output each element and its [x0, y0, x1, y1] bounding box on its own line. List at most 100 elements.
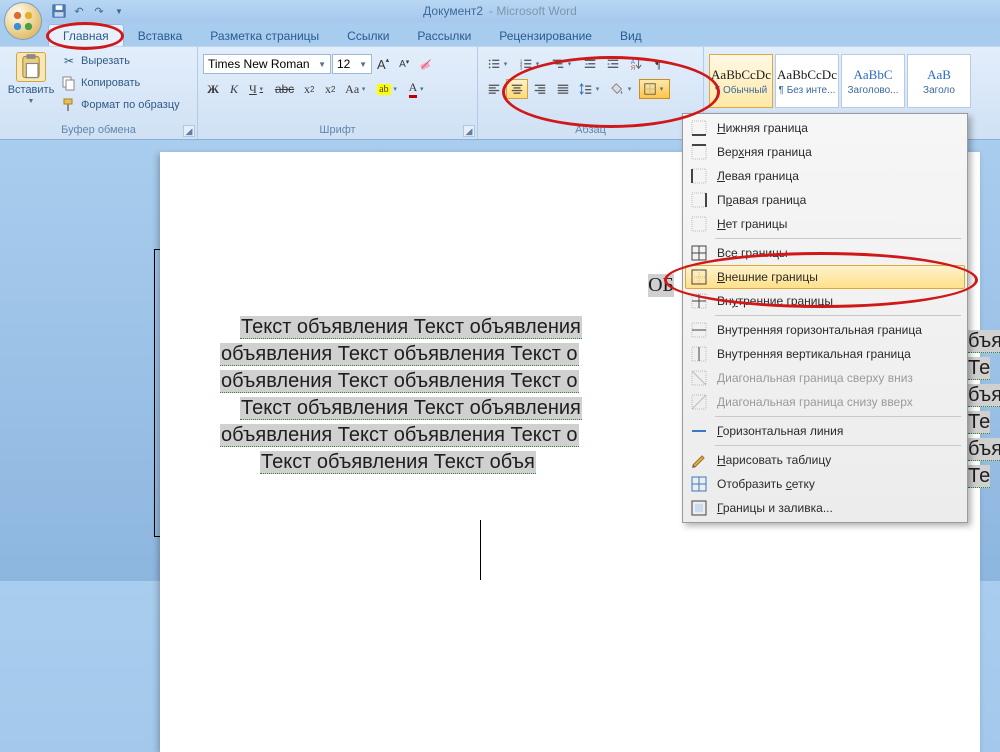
document-name: Документ2	[423, 4, 483, 18]
tab-5[interactable]: Рецензирование	[485, 25, 606, 46]
bullets-button[interactable]: ▾	[483, 54, 514, 74]
tab-3[interactable]: Ссылки	[333, 25, 403, 46]
ribbon-tab-strip: ГлавнаяВставкаРазметка страницыСсылкиРас…	[0, 22, 1000, 46]
office-button[interactable]	[4, 2, 42, 40]
border-menu-none[interactable]: Нет границы	[685, 212, 965, 236]
numbering-button[interactable]: 123▾	[515, 54, 546, 74]
borders-button[interactable]: ▾	[639, 79, 670, 99]
group-font: Times New Roman▼ 12▼ A▴ A▾ Ж К Ч▾ abc x2…	[198, 47, 478, 139]
border-menu-outer[interactable]: Внешние границы	[685, 265, 965, 289]
border-menu-right[interactable]: Правая граница	[685, 188, 965, 212]
copy-icon	[61, 75, 77, 91]
border-menu-dialog[interactable]: Границы и заливка...	[685, 496, 965, 520]
tab-6[interactable]: Вид	[606, 25, 656, 46]
align-right-button[interactable]	[529, 79, 551, 99]
justify-button[interactable]	[552, 79, 574, 99]
strikethrough-button[interactable]: abc	[271, 79, 298, 99]
border-menu-diag-up: Диагональная граница снизу вверх	[685, 390, 965, 414]
border-menu-left[interactable]: Левая граница	[685, 164, 965, 188]
styles-gallery[interactable]: AaBbCcDc¶ ОбычныйAaBbCcDc¶ Без инте...Aa…	[709, 54, 971, 108]
border-icon-outer	[689, 267, 709, 287]
cut-button[interactable]: ✂Вырезать	[57, 50, 184, 72]
border-icon-hline	[689, 421, 709, 441]
superscript-button[interactable]: x2	[320, 79, 340, 99]
highlight-color-button[interactable]: ab▾	[373, 79, 403, 99]
change-case-button[interactable]: Aa▾	[341, 79, 372, 99]
italic-button[interactable]: К	[224, 79, 244, 99]
border-menu-inner-h[interactable]: Внутренняя горизонтальная граница	[685, 318, 965, 342]
border-menu-diag-down: Диагональная граница сверху вниз	[685, 366, 965, 390]
format-painter-button[interactable]: Формат по образцу	[57, 94, 184, 116]
column-separator	[480, 520, 481, 580]
style-card-2[interactable]: AaBbCЗаголово...	[841, 54, 905, 108]
format-painter-icon	[61, 97, 77, 113]
border-icon-grid	[689, 474, 709, 494]
border-menu-draw[interactable]: Нарисовать таблицу	[685, 448, 965, 472]
border-icon-all	[689, 243, 709, 263]
style-card-1[interactable]: AaBbCcDc¶ Без инте...	[775, 54, 839, 108]
border-icon-diag-up	[689, 392, 709, 412]
qat-dropdown-icon[interactable]: ▼	[110, 2, 128, 20]
multilevel-list-button[interactable]: ▾	[547, 54, 578, 74]
cut-icon: ✂	[61, 53, 77, 69]
border-icon-none	[689, 214, 709, 234]
shrink-font-button[interactable]: A▾	[394, 54, 414, 74]
style-card-3[interactable]: AaBЗаголо	[907, 54, 971, 108]
grow-font-button[interactable]: A▴	[373, 54, 393, 74]
qat-undo-icon[interactable]: ↶	[70, 2, 88, 20]
border-menu-inner[interactable]: Внутренние границы	[685, 289, 965, 313]
decrease-indent-button[interactable]	[579, 54, 601, 74]
border-menu-grid[interactable]: Отобразить сетку	[685, 472, 965, 496]
show-hide-button[interactable]: ¶	[648, 54, 668, 74]
tab-2[interactable]: Разметка страницы	[196, 25, 333, 46]
border-menu-top[interactable]: Верхняя граница	[685, 140, 965, 164]
borders-dropdown-menu: Нижняя границаВерхняя границаЛевая грани…	[682, 113, 968, 523]
border-icon-right	[689, 190, 709, 210]
subscript-button[interactable]: x2	[299, 79, 319, 99]
bold-button[interactable]: Ж	[203, 79, 223, 99]
style-card-0[interactable]: AaBbCcDc¶ Обычный	[709, 54, 773, 108]
border-icon-left	[689, 166, 709, 186]
shading-button[interactable]: ▾	[607, 79, 638, 99]
border-menu-inner-v[interactable]: Внутренняя вертикальная граница	[685, 342, 965, 366]
border-menu-hline[interactable]: Горизонтальная линия	[685, 419, 965, 443]
border-icon-bottom	[689, 118, 709, 138]
border-icon-inner-v	[689, 344, 709, 364]
border-icon-dialog	[689, 498, 709, 518]
tab-4[interactable]: Рассылки	[403, 25, 485, 46]
line-spacing-button[interactable]: ▾	[575, 79, 606, 99]
window-title: Документ2 - Microsoft Word	[423, 4, 577, 18]
font-family-combo[interactable]: Times New Roman▼	[203, 54, 331, 74]
border-menu-all[interactable]: Все границы	[685, 241, 965, 265]
qat-redo-icon[interactable]: ↷	[90, 2, 108, 20]
border-icon-top	[689, 142, 709, 162]
paste-label: Вставить	[8, 84, 55, 96]
group-clipboard: Вставить ▼ ✂Вырезать Копировать Формат п…	[0, 47, 198, 139]
tab-0[interactable]: Главная	[48, 24, 124, 46]
clear-formatting-button[interactable]	[415, 54, 437, 74]
group-paragraph: ▾ 123▾ ▾ АЯ ¶ ▾ ▾ ▾ Абзац ◢	[478, 47, 704, 139]
underline-button[interactable]: Ч▾	[245, 79, 270, 99]
svg-text:3: 3	[520, 65, 523, 70]
align-left-button[interactable]	[483, 79, 505, 99]
font-dialog-launcher[interactable]: ◢	[463, 125, 475, 137]
right-column-text: бъявления Тебъявления Тебъявления Те	[968, 328, 1000, 490]
border-icon-draw	[689, 450, 709, 470]
svg-text:Я: Я	[631, 65, 635, 71]
border-icon-inner-h	[689, 320, 709, 340]
group-paragraph-label: Абзац	[483, 123, 698, 139]
border-icon-inner	[689, 291, 709, 311]
clipboard-dialog-launcher[interactable]: ◢	[183, 125, 195, 137]
increase-indent-button[interactable]	[602, 54, 624, 74]
font-color-button[interactable]: A▾	[405, 79, 431, 99]
group-clipboard-label: Буфер обмена	[5, 123, 192, 139]
qat-save-icon[interactable]	[50, 2, 68, 20]
align-center-button[interactable]	[506, 79, 528, 99]
tab-1[interactable]: Вставка	[124, 25, 197, 46]
sort-button[interactable]: АЯ	[625, 54, 647, 74]
copy-button[interactable]: Копировать	[57, 72, 184, 94]
titlebar: ↶ ↷ ▼ Документ2 - Microsoft Word	[0, 0, 1000, 22]
paste-button[interactable]: Вставить ▼	[5, 50, 57, 107]
border-menu-bottom[interactable]: Нижняя граница	[685, 116, 965, 140]
font-size-combo[interactable]: 12▼	[332, 54, 372, 74]
